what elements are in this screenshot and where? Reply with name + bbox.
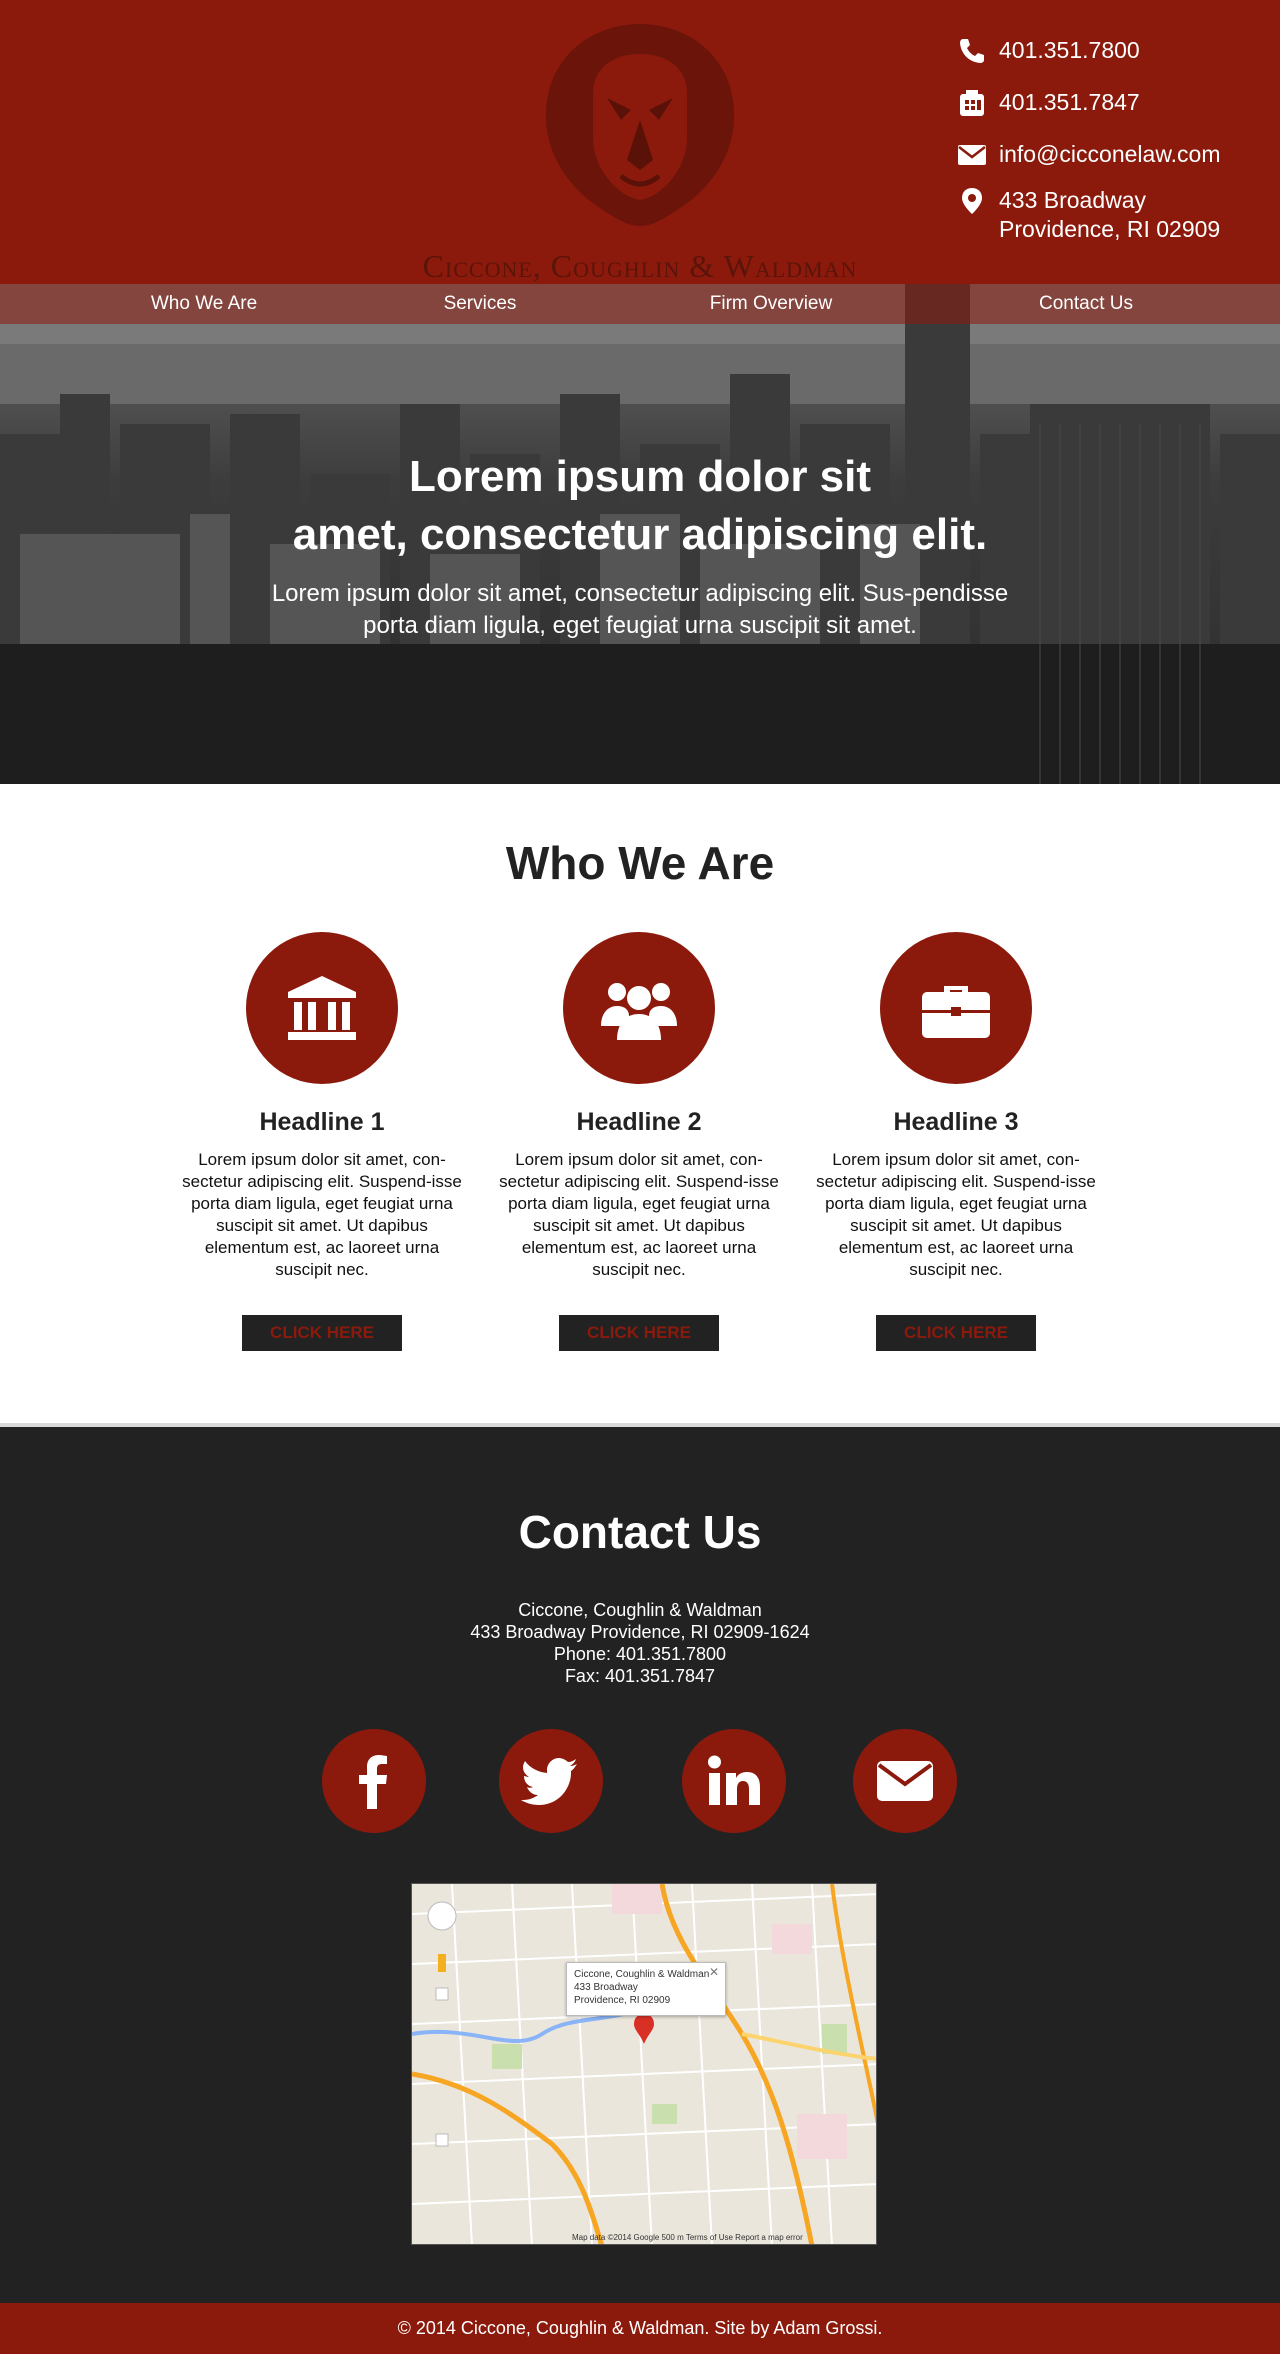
click-here-button[interactable]: CLICK HERE <box>242 1315 402 1351</box>
mail-icon <box>877 1761 933 1801</box>
group-icon <box>601 983 677 1040</box>
header-email-text: info@cicconelaw.com <box>999 141 1221 167</box>
map-info-window: ✕ Ciccone, Coughlin & Waldman 433 Broadw… <box>566 1962 726 2016</box>
header-email[interactable]: info@cicconelaw.com <box>955 140 1275 170</box>
feature-headline: Headline 1 <box>259 1108 385 1136</box>
header-contact-list: 401.351.7800 401.351.7847 info@cicconela… <box>955 36 1275 266</box>
feature-text: Lorem ipsum dolor sit amet, con-sectetur… <box>182 1150 462 1279</box>
map-popup-line-2: 433 Broadway <box>574 1982 638 1993</box>
main-nav: Who We Are Services Firm Overview Contac… <box>0 284 1280 324</box>
close-icon[interactable]: ✕ <box>709 1966 719 1979</box>
nav-item-services[interactable]: Services <box>370 284 590 324</box>
feature-icon-circle <box>880 932 1032 1084</box>
phone-icon <box>960 39 984 63</box>
feature-icon-circle <box>563 932 715 1084</box>
map-image <box>412 1884 876 2244</box>
firm-name-logotype: Ciccone, Coughlin & Waldman <box>422 248 858 284</box>
briefcase-icon <box>922 986 990 1038</box>
map-pin-icon <box>962 188 982 214</box>
hero-subtitle: Lorem ipsum dolor sit amet, consectetur … <box>271 580 1009 639</box>
header-phone-text: 401.351.7800 <box>999 37 1140 63</box>
contact-firm: Ciccone, Coughlin & Waldman <box>518 1600 762 1620</box>
linkedin-icon <box>708 1755 760 1805</box>
envelope-icon <box>958 145 986 165</box>
header-phone[interactable]: 401.351.7800 <box>955 36 1275 66</box>
who-we-are-title: Who We Are <box>505 837 775 889</box>
hero-title-line-1: Lorem ipsum dolor sit <box>408 452 872 501</box>
google-map[interactable]: ✕ Ciccone, Coughlin & Waldman 433 Broadw… <box>411 1883 877 2245</box>
click-here-button[interactable]: CLICK HERE <box>559 1315 719 1351</box>
map-popup-line-3: Providence, RI 02909 <box>574 1995 671 2006</box>
header-fax-text: 401.351.7847 <box>999 89 1140 115</box>
facebook-button[interactable] <box>322 1729 426 1833</box>
hero-text: Lorem ipsum dolor sit amet, consectetur … <box>190 448 1090 642</box>
site-footer: © 2014 Ciccone, Coughlin & Waldman. Site… <box>0 2303 1280 2354</box>
contact-info: Ciccone, Coughlin & Waldman 433 Broadway… <box>0 1599 1280 1687</box>
map-attribution: Map data ©2014 Google 500 m Terms of Use… <box>572 2233 803 2242</box>
address-line-1: 433 Broadway <box>999 187 1147 213</box>
nav-item-who-we-are[interactable]: Who We Are <box>94 284 314 324</box>
facebook-icon <box>359 1755 387 1809</box>
site-header: Ciccone, Coughlin & Waldman 401.351.7800… <box>0 0 1280 284</box>
contact-phone: Phone: 401.351.7800 <box>553 1644 727 1664</box>
header-fax[interactable]: 401.351.7847 <box>955 88 1275 118</box>
contact-section: Contact Us Ciccone, Coughlin & Waldman 4… <box>0 1423 1280 2303</box>
feature-card-1: Headline 1 Lorem ipsum dolor sit amet, c… <box>172 932 472 1351</box>
header-address[interactable]: 433 Broadway Providence, RI 02909 <box>955 186 1275 244</box>
lion-logo-icon <box>545 24 735 226</box>
header-address-text: 433 Broadway Providence, RI 02909 <box>999 186 1220 244</box>
feature-headline: Headline 3 <box>893 1108 1019 1136</box>
hero-title-line-2: amet, consectetur adipiscing elit. <box>292 510 988 559</box>
linkedin-button[interactable] <box>682 1729 786 1833</box>
contact-fax: Fax: 401.351.7847 <box>564 1666 716 1686</box>
map-popup-line-1: Ciccone, Coughlin & Waldman <box>574 1969 710 1980</box>
fax-icon <box>960 90 984 116</box>
contact-address: 433 Broadway Providence, RI 02909-1624 <box>470 1622 810 1642</box>
feature-text: Lorem ipsum dolor sit amet, con-sectetur… <box>816 1150 1096 1279</box>
nav-item-firm-overview[interactable]: Firm Overview <box>661 284 881 324</box>
feature-text: Lorem ipsum dolor sit amet, con-sectetur… <box>499 1150 779 1279</box>
address-line-2: Providence, RI 02909 <box>999 216 1221 242</box>
twitter-icon <box>521 1758 577 1805</box>
click-here-button[interactable]: CLICK HERE <box>876 1315 1036 1351</box>
nav-item-contact-us[interactable]: Contact Us <box>976 284 1196 324</box>
email-button[interactable] <box>853 1729 957 1833</box>
hero-title: Lorem ipsum dolor sit amet, consectetur … <box>190 448 1090 564</box>
feature-card-3: Headline 3 Lorem ipsum dolor sit amet, c… <box>806 932 1106 1351</box>
feature-icon-circle <box>246 932 398 1084</box>
twitter-button[interactable] <box>499 1729 603 1833</box>
feature-headline: Headline 2 <box>576 1108 702 1136</box>
feature-card-2: Headline 2 Lorem ipsum dolor sit amet, c… <box>489 932 789 1351</box>
firm-logo[interactable]: Ciccone, Coughlin & Waldman <box>370 20 910 284</box>
courthouse-icon <box>288 976 356 1040</box>
contact-title: Contact Us <box>518 1506 762 1558</box>
